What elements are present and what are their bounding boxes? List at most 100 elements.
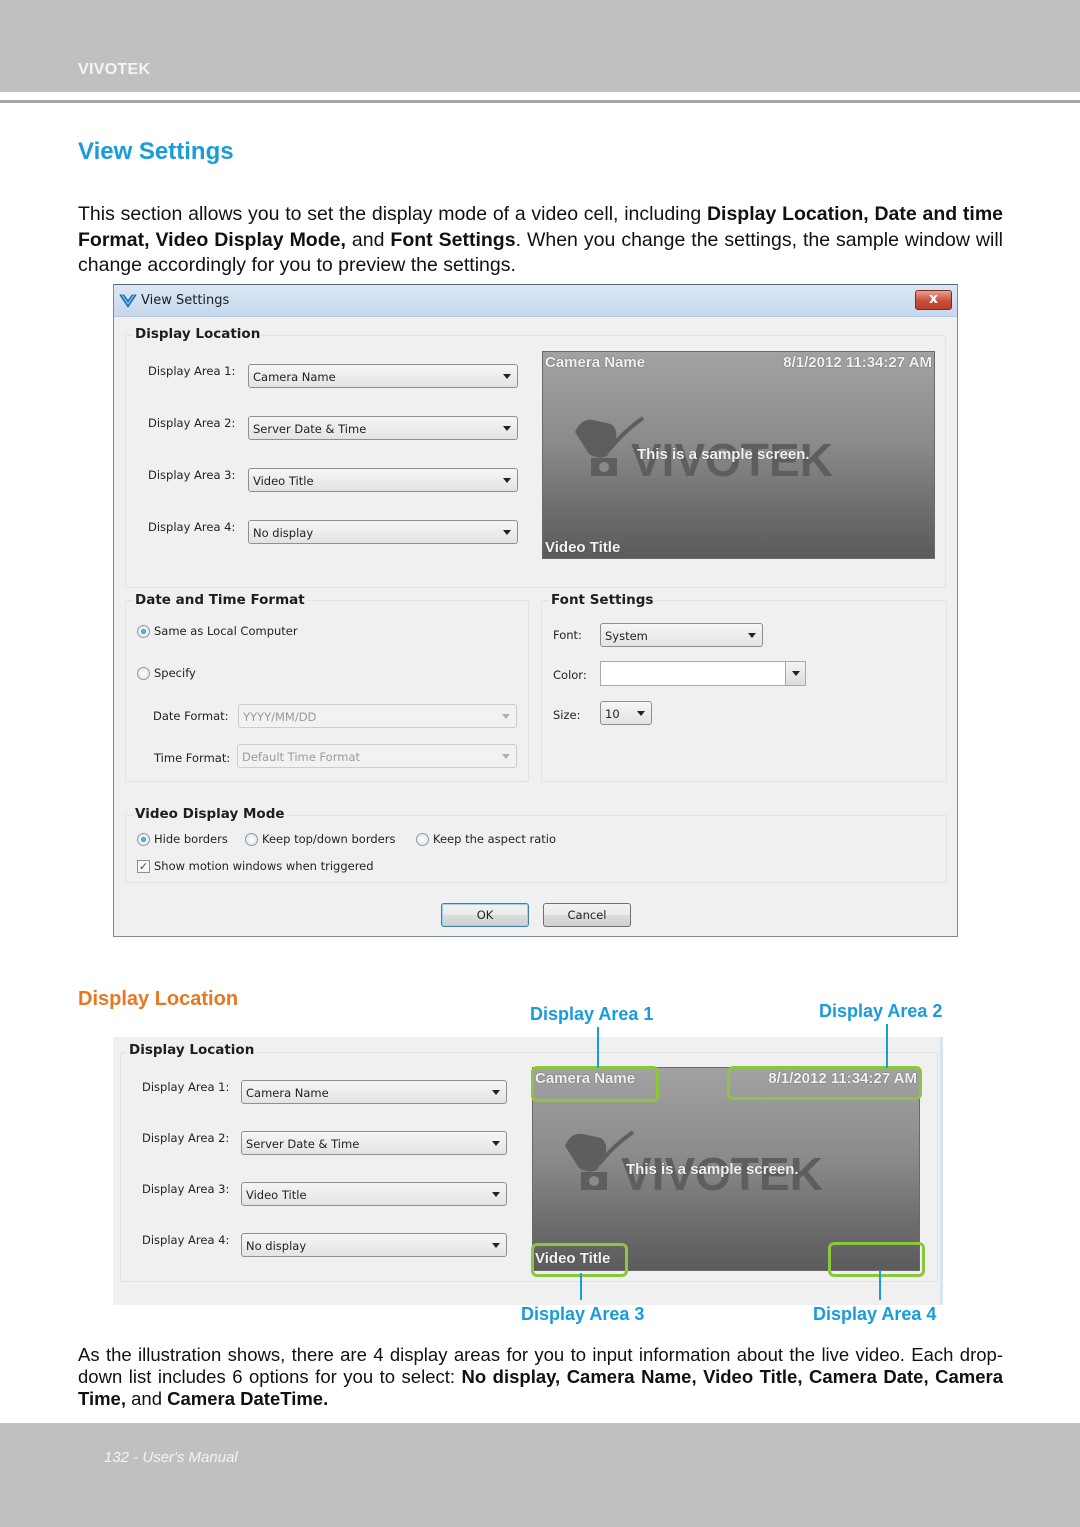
cancel-button[interactable]: Cancel (543, 903, 631, 927)
radio-keep-top-down-borders[interactable]: Keep top/down borders (245, 832, 395, 846)
chevron-down-icon (503, 530, 511, 535)
chevron-down-icon (503, 426, 511, 431)
ill-area-2-label: Display Area 2: (142, 1131, 230, 1145)
ill-area-3-label: Display Area 3: (142, 1182, 230, 1196)
leader-line-area-1 (597, 1027, 599, 1068)
chevron-down-icon (637, 711, 645, 716)
radio-keep-aspect-label: Keep the aspect ratio (433, 832, 557, 846)
vivotek-watermark-logo: VIVOTEK (575, 416, 833, 480)
text-run: and (125, 1388, 168, 1409)
ill-area-1-select[interactable]: Camera Name (241, 1080, 507, 1104)
display-area-4-select[interactable]: No display (248, 520, 518, 544)
show-motion-windows-checkbox[interactable]: ✓ Show motion windows when triggered (137, 859, 374, 873)
chevron-down-icon (502, 714, 510, 719)
color-label: Color: (553, 668, 587, 682)
radio-same-as-local-label: Same as Local Computer (154, 624, 298, 638)
ill-area-3-value: Video Title (246, 1188, 307, 1202)
ok-button[interactable]: OK (441, 903, 529, 927)
font-settings-title: Font Settings (549, 592, 656, 608)
size-label: Size: (553, 708, 581, 722)
section-title: View Settings (78, 138, 234, 165)
ok-button-label: OK (476, 908, 494, 922)
page-number: 132 - User's Manual (104, 1449, 238, 1466)
display-area-3-label: Display Area 3: (148, 468, 236, 482)
chevron-down-icon (502, 754, 510, 759)
brand-logo-text: VIVOTEK (78, 61, 151, 78)
sample-preview: VIVOTEK Camera Name 8/1/2012 11:34:27 AM… (542, 351, 935, 559)
page-header: VIVOTEK (0, 0, 1080, 92)
ill-area-4-select[interactable]: No display (241, 1233, 507, 1257)
display-area-1-select[interactable]: Camera Name (248, 364, 518, 388)
ill-area-2-select[interactable]: Server Date & Time (241, 1131, 507, 1155)
display-area-2-value: Server Date & Time (253, 422, 367, 436)
radio-selected-icon (137, 624, 150, 638)
leader-line-area-2 (886, 1024, 888, 1068)
display-area-1-value: Camera Name (253, 370, 336, 384)
dialog-titlebar: View Settings x (114, 285, 957, 317)
ill-area-1-value: Camera Name (246, 1086, 329, 1100)
display-area-2-label: Display Area 2: (148, 416, 236, 430)
ill-area-2-value: Server Date & Time (246, 1137, 360, 1151)
ill-area-3-select[interactable]: Video Title (241, 1182, 507, 1206)
page-footer: 132 - User's Manual (0, 1423, 1080, 1527)
color-picker[interactable] (600, 661, 806, 686)
radio-specify[interactable]: Specify (137, 666, 196, 680)
callout-display-area-2: Display Area 2 (819, 1001, 943, 1021)
date-format-select[interactable]: YYYY/MM/DD (238, 704, 517, 728)
display-area-2-select[interactable]: Server Date & Time (248, 416, 518, 440)
app-logo-icon (119, 294, 137, 308)
display-area-3-value: Video Title (253, 474, 314, 488)
highlight-display-area-1 (531, 1066, 659, 1102)
callout-display-area-1: Display Area 1 (530, 1004, 654, 1024)
leader-line-area-3 (580, 1273, 582, 1300)
radio-keep-top-down-label: Keep top/down borders (262, 832, 396, 846)
highlight-display-area-4 (828, 1242, 925, 1277)
dialog-title: View Settings (141, 293, 230, 308)
preview-datetime: 8/1/2012 11:34:27 AM (783, 354, 932, 371)
radio-unselected-icon (416, 832, 429, 846)
font-label: Font: (553, 628, 582, 642)
radio-keep-aspect-ratio[interactable]: Keep the aspect ratio (416, 832, 556, 846)
illustration-group-title: Display Location (127, 1042, 257, 1058)
video-display-mode-title: Video Display Mode (133, 806, 287, 822)
chevron-down-icon (503, 478, 511, 483)
callout-display-area-4: Display Area 4 (813, 1304, 937, 1324)
close-button[interactable]: x (915, 290, 952, 310)
time-format-select[interactable]: Default Time Format (237, 744, 517, 768)
ill-area-1-label: Display Area 1: (142, 1080, 230, 1094)
dialog-body: Display Location Display Area 1: Camera … (114, 318, 957, 936)
size-select[interactable]: 10 (600, 701, 652, 725)
radio-same-as-local[interactable]: Same as Local Computer (137, 624, 298, 638)
callout-display-area-3: Display Area 3 (521, 1304, 645, 1324)
text-run: This section allows you to set the displ… (78, 203, 707, 225)
highlight-display-area-2 (727, 1066, 922, 1100)
chevron-down-icon (503, 374, 511, 379)
ill-area-4-label: Display Area 4: (142, 1233, 230, 1247)
preview-sample-text: This is a sample screen. (637, 446, 810, 463)
time-format-label: Time Format: (154, 751, 231, 765)
bold-text-run: Camera DateTime. (167, 1388, 329, 1409)
chevron-down-icon (492, 1141, 500, 1146)
bold-text-run: Font Settings (390, 228, 516, 251)
leader-line-area-4 (879, 1270, 881, 1300)
outro-paragraph: As the illustration shows, there are 4 d… (78, 1344, 1003, 1410)
display-area-4-label: Display Area 4: (148, 520, 236, 534)
intro-paragraph: This section allows you to set the displ… (78, 202, 1003, 279)
date-format-label: Date Format: (153, 709, 229, 723)
display-area-3-select[interactable]: Video Title (248, 468, 518, 492)
cancel-button-label: Cancel (567, 908, 607, 922)
chevron-down-icon (492, 1192, 500, 1197)
radio-unselected-icon (245, 832, 258, 846)
show-motion-windows-label: Show motion windows when triggered (154, 859, 374, 873)
color-dropdown-button[interactable] (785, 662, 805, 685)
radio-hide-borders[interactable]: Hide borders (137, 832, 228, 846)
size-value: 10 (605, 707, 620, 721)
radio-hide-borders-label: Hide borders (154, 832, 228, 846)
checkmark-icon: ✓ (137, 859, 150, 873)
preview-video-title: Video Title (545, 539, 621, 556)
text-run: and (345, 228, 391, 251)
close-icon: x (928, 291, 939, 307)
display-location-title: Display Location (133, 326, 263, 342)
display-area-1-label: Display Area 1: (148, 364, 236, 378)
font-select[interactable]: System (600, 623, 763, 647)
